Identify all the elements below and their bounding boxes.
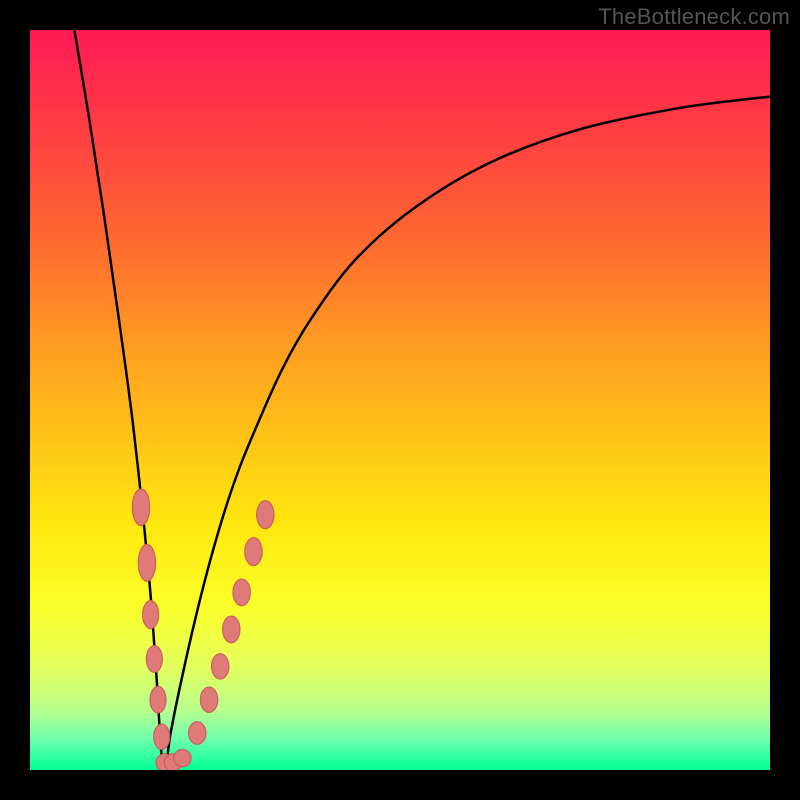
curve-marker <box>233 579 250 606</box>
curve-marker <box>212 654 229 679</box>
curve-marker <box>132 489 149 526</box>
curve-marker <box>223 616 240 643</box>
curve-marker <box>150 686 166 713</box>
chart-frame: TheBottleneck.com <box>0 0 800 800</box>
curve-marker <box>257 501 274 529</box>
plot-area <box>30 30 770 770</box>
curve-marker <box>143 601 159 629</box>
curve-marker <box>146 646 162 673</box>
curve-marker <box>245 538 262 566</box>
curve-marker <box>154 724 170 749</box>
curve-marker <box>200 687 217 712</box>
curve-svg <box>30 30 770 770</box>
curve-marker <box>174 750 191 767</box>
curve-marker <box>189 722 206 745</box>
watermark-text: TheBottleneck.com <box>598 4 790 30</box>
bottleneck-curve <box>74 30 770 770</box>
curve-marker <box>138 544 155 581</box>
